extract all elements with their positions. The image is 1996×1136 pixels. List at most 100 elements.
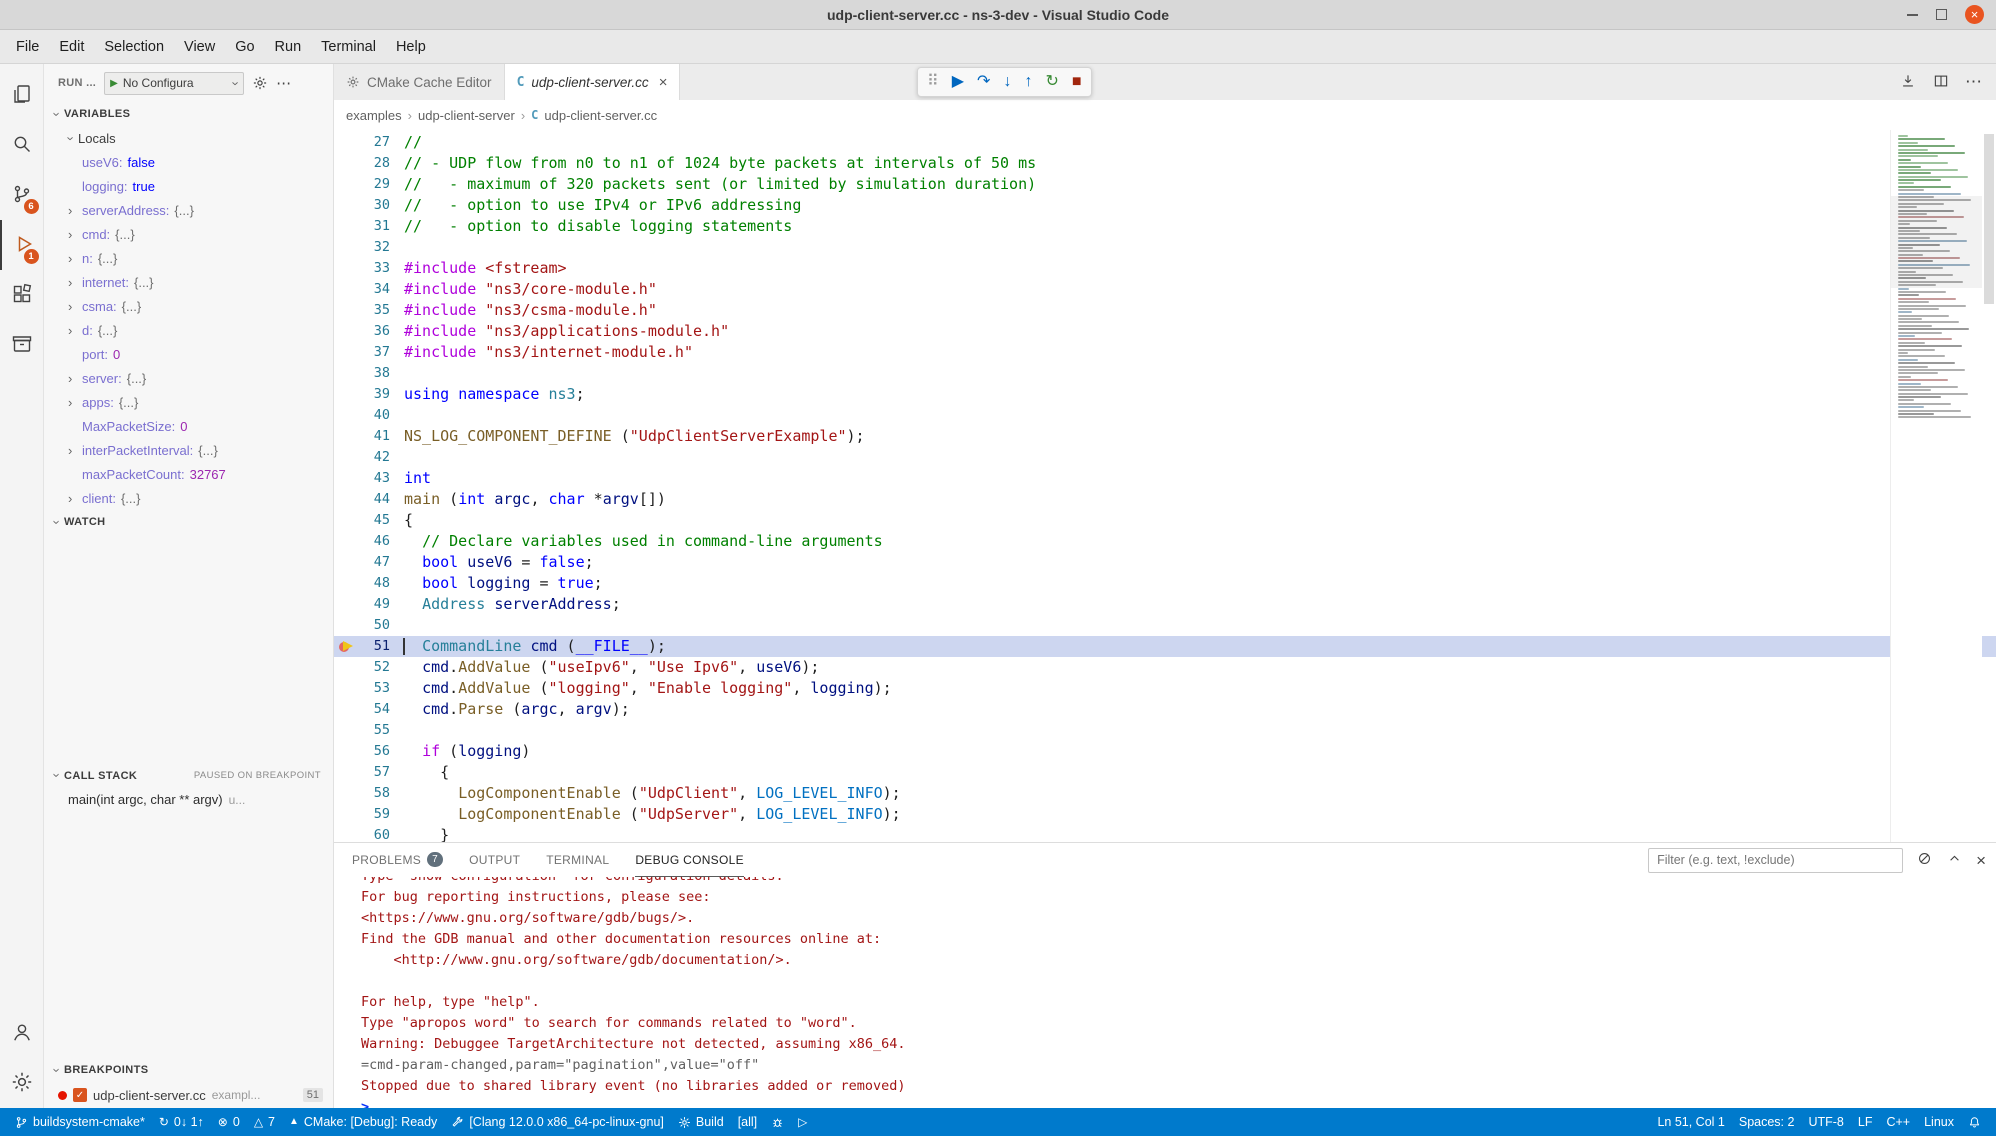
language-mode[interactable]: C++: [1879, 1108, 1917, 1136]
cmake-build-button[interactable]: Build: [671, 1108, 731, 1136]
code-editor[interactable]: 27//28// - UDP flow from n0 to n1 of 102…: [334, 130, 1996, 842]
code-line-27[interactable]: 27//: [334, 132, 1996, 153]
section-breakpoints[interactable]: › BREAKPOINTS: [44, 1058, 333, 1082]
code-line-49[interactable]: 49 Address serverAddress;: [334, 594, 1996, 615]
activity-extensions[interactable]: [0, 270, 44, 320]
code-line-48[interactable]: 48 bool logging = true;: [334, 573, 1996, 594]
activity-source-control[interactable]: 6: [0, 170, 44, 220]
code-line-36[interactable]: 36#include "ns3/applications-module.h": [334, 321, 1996, 342]
errors-status[interactable]: ⊗0: [211, 1108, 247, 1136]
code-line-52[interactable]: 52 cmd.AddValue ("useIpv6", "Use Ipv6", …: [334, 657, 1996, 678]
menu-view[interactable]: View: [174, 30, 225, 63]
minimize-button[interactable]: [1907, 14, 1918, 16]
expand-chevron-icon[interactable]: ›: [68, 299, 82, 314]
maximize-button[interactable]: [1936, 9, 1947, 20]
code-line-37[interactable]: 37#include "ns3/internet-module.h": [334, 342, 1996, 363]
cmake-launch-button[interactable]: ▷: [791, 1108, 814, 1136]
warnings-status[interactable]: △7: [247, 1108, 282, 1136]
menu-terminal[interactable]: Terminal: [311, 30, 386, 63]
code-line-58[interactable]: 58 LogComponentEnable ("UdpClient", LOG_…: [334, 783, 1996, 804]
clear-console-icon[interactable]: [1916, 850, 1933, 870]
cmake-kit-status[interactable]: [Clang 12.0.0 x86_64-pc-linux-gnu]: [444, 1108, 671, 1136]
code-line-31[interactable]: 31// - option to disable logging stateme…: [334, 216, 1996, 237]
menu-edit[interactable]: Edit: [49, 30, 94, 63]
editor-scrollbar[interactable]: [1984, 134, 1994, 304]
panel-tab-problems[interactable]: PROBLEMS7: [352, 843, 443, 877]
code-line-28[interactable]: 28// - UDP flow from n0 to n1 of 1024 by…: [334, 153, 1996, 174]
panel-tab-terminal[interactable]: TERMINAL: [546, 843, 609, 877]
code-line-56[interactable]: 56 if (logging): [334, 741, 1996, 762]
start-debug-icon[interactable]: ▶: [110, 78, 118, 89]
variable-row[interactable]: ›serverAddress:{...}: [44, 198, 333, 222]
expand-chevron-icon[interactable]: ›: [68, 491, 82, 506]
code-line-32[interactable]: 32: [334, 237, 1996, 258]
debug-console[interactable]: Type "show configuration" for configurat…: [334, 877, 1996, 1108]
close-button[interactable]: ×: [1965, 5, 1984, 24]
restart-button[interactable]: ↻: [1045, 74, 1058, 90]
code-line-47[interactable]: 47 bool useV6 = false;: [334, 552, 1996, 573]
menu-help[interactable]: Help: [386, 30, 436, 63]
code-line-42[interactable]: 42: [334, 447, 1996, 468]
expand-chevron-icon[interactable]: ›: [68, 251, 82, 266]
activity-explorer[interactable]: [0, 70, 44, 120]
code-line-59[interactable]: 59 LogComponentEnable ("UdpServer", LOG_…: [334, 804, 1996, 825]
download-icon[interactable]: [1899, 72, 1917, 93]
drag-handle[interactable]: ⠿: [927, 74, 939, 90]
variable-row[interactable]: ›logging:true: [44, 174, 333, 198]
variable-row[interactable]: ›apps:{...}: [44, 390, 333, 414]
debug-settings-gear-icon[interactable]: [252, 75, 268, 91]
variable-row[interactable]: ›interPacketInterval:{...}: [44, 438, 333, 462]
variable-row[interactable]: ›maxPacketCount:32767: [44, 462, 333, 486]
cmake-debug-button[interactable]: [764, 1108, 791, 1136]
menu-file[interactable]: File: [6, 30, 49, 63]
code-line-60[interactable]: 60 }: [334, 825, 1996, 842]
breakpoint-row[interactable]: ✓ udp-client-server.cc exampl... 51: [44, 1082, 333, 1108]
close-panel-icon[interactable]: ×: [1976, 852, 1986, 869]
continue-button[interactable]: ▶: [952, 74, 964, 90]
cmake-status[interactable]: ▲CMake: [Debug]: Ready: [282, 1108, 444, 1136]
git-sync-status[interactable]: ↻0↓ 1↑: [152, 1108, 211, 1136]
variable-row[interactable]: ›cmd:{...}: [44, 222, 333, 246]
cursor-position[interactable]: Ln 51, Col 1: [1650, 1108, 1731, 1136]
expand-chevron-icon[interactable]: ›: [68, 443, 82, 458]
step-out-button[interactable]: ↑: [1024, 74, 1032, 90]
variable-row[interactable]: ›server:{...}: [44, 366, 333, 390]
notifications-bell[interactable]: [1961, 1108, 1988, 1136]
code-line-35[interactable]: 35#include "ns3/csma-module.h": [334, 300, 1996, 321]
menu-selection[interactable]: Selection: [94, 30, 174, 63]
section-variables[interactable]: › VARIABLES: [44, 102, 333, 126]
activity-package[interactable]: [0, 320, 44, 370]
eol-status[interactable]: LF: [1851, 1108, 1880, 1136]
expand-chevron-icon[interactable]: ›: [68, 203, 82, 218]
code-line-34[interactable]: 34#include "ns3/core-module.h": [334, 279, 1996, 300]
menu-go[interactable]: Go: [225, 30, 264, 63]
code-line-30[interactable]: 30// - option to use IPv4 or IPv6 addres…: [334, 195, 1996, 216]
code-line-38[interactable]: 38: [334, 363, 1996, 384]
code-line-57[interactable]: 57 {: [334, 762, 1996, 783]
code-line-46[interactable]: 46 // Declare variables used in command-…: [334, 531, 1996, 552]
variable-row[interactable]: ›n:{...}: [44, 246, 333, 270]
code-line-33[interactable]: 33#include <fstream>: [334, 258, 1996, 279]
variable-row[interactable]: ›csma:{...}: [44, 294, 333, 318]
section-watch[interactable]: › WATCH: [44, 510, 333, 534]
variable-row[interactable]: ›useV6:false: [44, 150, 333, 174]
expand-chevron-icon[interactable]: ›: [68, 323, 82, 338]
git-branch-status[interactable]: buildsystem-cmake*: [8, 1108, 152, 1136]
console-filter-input[interactable]: [1648, 848, 1903, 873]
panel-tab-debug-console[interactable]: DEBUG CONSOLE: [635, 843, 744, 877]
scope-locals[interactable]: › Locals: [44, 126, 333, 150]
breakpoint-checkbox[interactable]: ✓: [73, 1088, 87, 1102]
code-line-45[interactable]: 45{: [334, 510, 1996, 531]
variable-row[interactable]: ›port:0: [44, 342, 333, 366]
variable-row[interactable]: ›internet:{...}: [44, 270, 333, 294]
activity-run-debug[interactable]: 1: [0, 220, 44, 270]
tab-udp-client-server[interactable]: C udp-client-server.cc ×: [505, 64, 681, 100]
step-over-button[interactable]: ↷: [977, 74, 990, 90]
breadcrumb-item[interactable]: udp-client-server: [418, 108, 515, 123]
expand-chevron-icon[interactable]: ›: [68, 371, 82, 386]
code-line-51[interactable]: 51 CommandLine cmd (__FILE__);: [334, 636, 1996, 657]
code-line-53[interactable]: 53 cmd.AddValue ("logging", "Enable logg…: [334, 678, 1996, 699]
expand-chevron-icon[interactable]: ›: [68, 227, 82, 242]
panel-tab-output[interactable]: OUTPUT: [469, 843, 520, 877]
encoding-status[interactable]: UTF-8: [1801, 1108, 1850, 1136]
